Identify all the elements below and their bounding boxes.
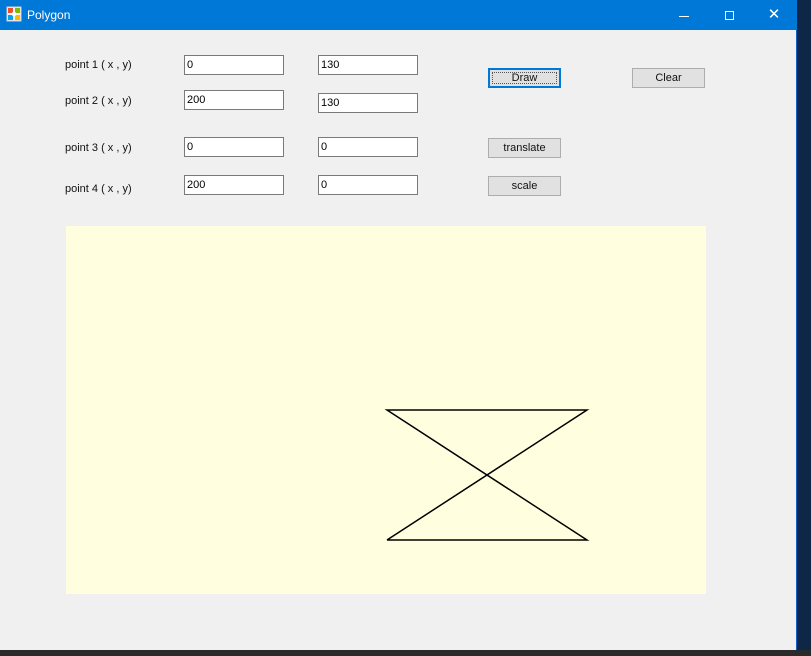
close-button[interactable]: ✕ bbox=[751, 0, 797, 30]
scale-button-label: scale bbox=[511, 180, 538, 192]
point-3-y-input[interactable]: 0 bbox=[318, 137, 418, 157]
maximize-icon bbox=[724, 10, 734, 20]
clear-button-label: Clear bbox=[655, 72, 682, 84]
point-2-label: point 2 ( x , y) bbox=[65, 95, 132, 107]
point-4-x-input[interactable]: 200 bbox=[184, 175, 284, 195]
point-4-y-input[interactable]: 0 bbox=[318, 175, 418, 195]
close-icon: ✕ bbox=[767, 6, 781, 23]
draw-button-label: Draw bbox=[511, 72, 538, 84]
draw-button[interactable]: Draw bbox=[488, 68, 561, 88]
desktop-background-right bbox=[797, 0, 811, 656]
app-grid-icon bbox=[6, 6, 22, 22]
point-2-y-input[interactable]: 130 bbox=[318, 93, 418, 113]
drawing-canvas[interactable] bbox=[66, 226, 706, 594]
clear-button[interactable]: Clear bbox=[632, 68, 705, 88]
scale-button[interactable]: scale bbox=[488, 176, 561, 196]
window-title: Polygon bbox=[27, 8, 71, 22]
client-area: point 1 ( x , y) 0 130 point 2 ( x , y) … bbox=[0, 30, 797, 650]
minimize-icon bbox=[679, 15, 689, 17]
drawing-surface bbox=[384, 409, 590, 541]
polygon-window: Polygon ✕ point 1 ( x , y) 0 130 point 2… bbox=[0, 0, 797, 650]
point-3-label: point 3 ( x , y) bbox=[65, 142, 132, 154]
point-3-x-input[interactable]: 0 bbox=[184, 137, 284, 157]
point-1-y-input[interactable]: 130 bbox=[318, 55, 418, 75]
translate-button[interactable]: translate bbox=[488, 138, 561, 158]
desktop-background-bottom bbox=[0, 650, 811, 656]
point-1-x-input[interactable]: 0 bbox=[184, 55, 284, 75]
drawn-polygon bbox=[384, 409, 590, 541]
maximize-button[interactable] bbox=[706, 0, 752, 30]
point-1-label: point 1 ( x , y) bbox=[65, 59, 132, 71]
minimize-button[interactable] bbox=[661, 0, 707, 30]
title-bar[interactable]: Polygon ✕ bbox=[0, 0, 797, 30]
translate-button-label: translate bbox=[503, 142, 546, 154]
point-2-x-input[interactable]: 200 bbox=[184, 90, 284, 110]
desktop-background-top-right bbox=[797, 0, 811, 50]
point-4-label: point 4 ( x , y) bbox=[65, 183, 132, 195]
